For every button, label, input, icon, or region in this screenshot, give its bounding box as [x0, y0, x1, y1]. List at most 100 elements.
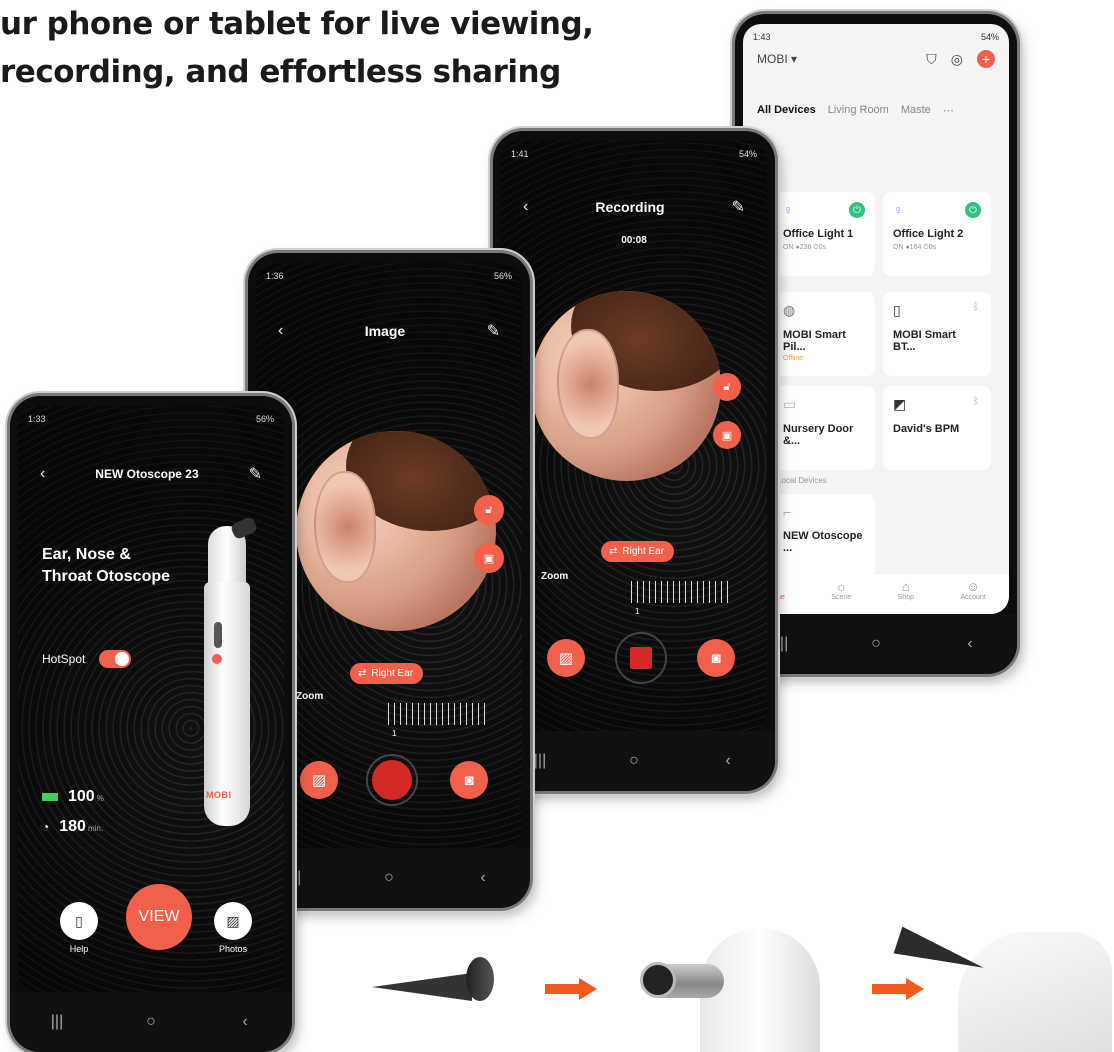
bulb-icon: ♀ [783, 202, 794, 218]
status-battery: 54% [738, 149, 757, 159]
camera-icon: ◙ [464, 771, 474, 789]
home-button-icon[interactable]: ○ [131, 1013, 171, 1031]
edit-icon[interactable]: ✎ [487, 321, 500, 341]
arrow-icon-1 [545, 978, 600, 1000]
back-icon[interactable]: ‹ [463, 869, 503, 887]
record-icon [372, 760, 412, 800]
photos-button[interactable]: ▨ Photos [214, 902, 252, 954]
status-bar: 1:33 56% [28, 414, 274, 424]
back-icon[interactable]: ‹ [225, 1013, 265, 1031]
swap-icon: ⇄ [609, 546, 618, 557]
nav-scene[interactable]: ☼ Scene [831, 579, 851, 614]
pill-dispenser-icon: ◍ [783, 302, 796, 318]
home-button-icon[interactable]: ○ [369, 869, 409, 887]
photos-icon: ▨ [226, 912, 240, 929]
device-card-new-otoscope[interactable]: ⌐ NEW Otoscope ... [773, 494, 875, 578]
title-row: ‹ Recording ✎ [501, 197, 767, 217]
record-button[interactable] [366, 754, 418, 806]
status-bar: 1:43 54% [753, 32, 999, 42]
device-home-screen: 1:33 56% ‹ NEW Otoscope 23 ✎ Ear, Nose &… [18, 406, 284, 992]
save-button[interactable]: ▣ [474, 543, 504, 573]
device-status: ON ●236 ⏱0s [783, 244, 827, 251]
otoscope-icon: ⌐ [783, 504, 792, 520]
device-name: MOBI Smart Pil... [783, 329, 846, 353]
runtime-unit: min. [87, 824, 104, 833]
speculum-tip-image [372, 955, 496, 1005]
lock-button[interactable]: 🔓︎ [713, 373, 741, 401]
help-button[interactable]: ▯ Help [60, 902, 98, 954]
device-card-nursery-door[interactable]: ▭ Nursery Door &... [773, 386, 875, 470]
save-icon: ▣ [483, 552, 495, 565]
bulb-icon: ♀ [893, 202, 904, 218]
lock-button[interactable]: 🔓︎ [474, 495, 504, 525]
recording-screen: 1:41 54% ‹ Recording ✎ 00:08 🔓︎ ▣ ⇄ Righ… [501, 141, 767, 731]
device-name: Nursery Door &... [783, 423, 854, 447]
device-offline: Offline [783, 355, 804, 362]
edit-icon[interactable]: ✎ [249, 464, 262, 484]
page-title: Recording [595, 199, 665, 215]
device-name: NEW Otoscope ... [783, 530, 863, 554]
save-button[interactable]: ▣ [713, 421, 741, 449]
device-card-office-light-1[interactable]: ♀ ⏻ Office Light 1 ON ●236 ⏱0s [773, 192, 875, 276]
gallery-button[interactable]: ▨ [547, 639, 585, 677]
shield-icon[interactable]: ⛉ [926, 51, 937, 68]
bluetooth-icon: ᛒ [973, 302, 979, 313]
edit-icon[interactable]: ✎ [732, 197, 745, 217]
add-icon[interactable]: + [977, 50, 995, 68]
capture-button[interactable]: ◙ [450, 761, 488, 799]
capture-button[interactable]: ◙ [697, 639, 735, 677]
home-button-icon[interactable]: ○ [614, 752, 654, 770]
record-timer: 00:08 [621, 235, 647, 246]
app-header: MOBI ▾ ⛉ ◎ + [743, 50, 1009, 68]
back-arrow-icon[interactable]: ‹ [523, 198, 528, 216]
recents-icon[interactable]: ||| [37, 1013, 77, 1031]
view-button[interactable]: VIEW [126, 884, 192, 950]
ear-image [314, 471, 376, 583]
door-sensor-icon: ▭ [783, 396, 797, 412]
camera-icon[interactable]: ◎ [951, 51, 963, 68]
runtime-value: 180 [59, 818, 86, 835]
power-icon[interactable]: ⏻ [849, 202, 865, 218]
power-icon[interactable]: ⏻ [965, 202, 981, 218]
device-card-davids-bpm[interactable]: ◩ ᛒ David's BPM [883, 386, 991, 470]
device-card-mobi-smart-bt[interactable]: ▯ ᛒ MOBI Smart BT... [883, 292, 991, 376]
ear-camera-view [296, 431, 496, 631]
page-title: NEW Otoscope 23 [95, 467, 199, 481]
back-icon[interactable]: ‹ [708, 752, 748, 770]
status-time: 1:33 [28, 414, 46, 424]
status-time: 1:36 [266, 271, 284, 281]
app-screen: 1:43 54% MOBI ▾ ⛉ ◎ + All Devices Living… [743, 24, 1009, 614]
gallery-button[interactable]: ▨ [300, 761, 338, 799]
home-selector[interactable]: MOBI ▾ [757, 52, 797, 66]
device-card-mobi-smart-pill[interactable]: ◍ MOBI Smart Pil... Offline [773, 292, 875, 376]
zoom-ruler[interactable] [388, 703, 488, 725]
nav-shop[interactable]: ⌂ Shop [898, 579, 914, 614]
device-name: Office Light 1 [783, 228, 854, 240]
lock-icon: 🔓︎ [485, 503, 493, 516]
tab-master[interactable]: Maste [901, 104, 931, 117]
stop-record-button[interactable] [615, 632, 667, 684]
system-nav: ||| ○ ‹ [493, 731, 775, 791]
device-name: Office Light 2 [893, 228, 964, 240]
hotspot-toggle[interactable] [99, 650, 132, 668]
nav-account[interactable]: ☺ Account [960, 579, 985, 614]
ear-side-pill[interactable]: ⇄ Right Ear [350, 663, 424, 684]
thermometer-icon: ▯ [893, 302, 901, 318]
headline: ur phone or tablet for live viewing, rec… [0, 0, 700, 96]
tab-living-room[interactable]: Living Room [828, 104, 889, 117]
device-card-office-light-2[interactable]: ♀ ⏻ Office Light 2 ON ●164 ⏱0s [883, 192, 991, 276]
ear-side-pill[interactable]: ⇄ Right Ear [601, 541, 675, 562]
device-name: MOBI Smart BT... [893, 329, 956, 353]
home-button-icon[interactable]: ○ [856, 635, 896, 653]
zoom-ruler[interactable] [631, 581, 731, 603]
tab-all-devices[interactable]: All Devices [757, 104, 816, 117]
ear-image [557, 329, 619, 439]
back-arrow-icon[interactable]: ‹ [40, 465, 45, 483]
back-icon[interactable]: ‹ [950, 635, 990, 653]
status-battery: 56% [493, 271, 512, 281]
more-icon[interactable]: ⋯ [943, 104, 954, 117]
status-bar: 1:36 56% [266, 271, 512, 281]
back-arrow-icon[interactable]: ‹ [278, 322, 283, 340]
status-time: 1:41 [511, 149, 529, 159]
battery-unit: % [96, 794, 104, 803]
